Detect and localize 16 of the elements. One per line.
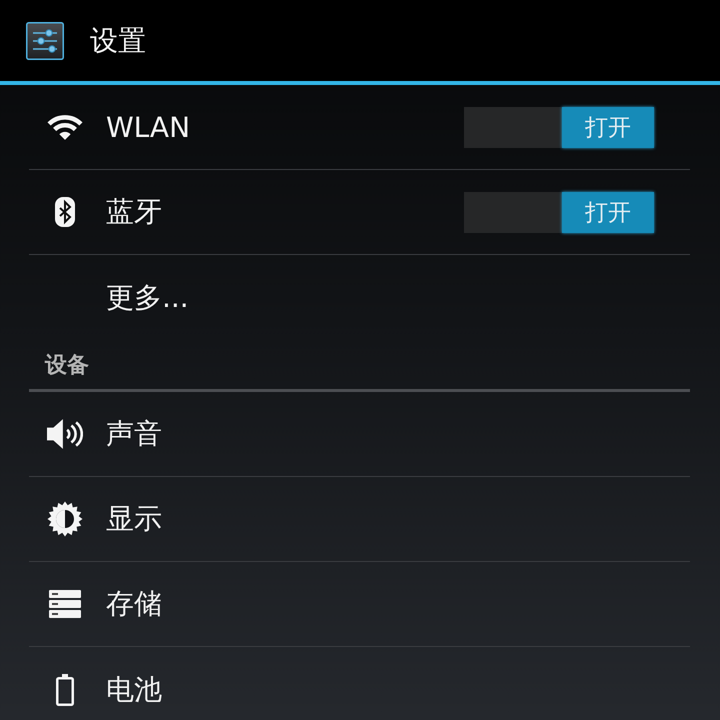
speaker-icon — [47, 419, 83, 449]
drive-stack-icon — [49, 590, 81, 618]
setting-label[interactable]: 显示 — [106, 500, 690, 538]
setting-label[interactable]: 蓝牙 — [106, 193, 464, 231]
setting-label[interactable]: 存储 — [106, 585, 690, 623]
section-header: 设备 — [45, 352, 89, 380]
battery-icon — [55, 674, 75, 706]
brightness-icon — [47, 501, 83, 537]
bluetooth-icon — [55, 197, 75, 227]
screen-title: 设置 — [90, 22, 146, 58]
sliders-icon — [26, 22, 64, 60]
wifi-icon — [47, 114, 83, 140]
setting-label[interactable]: 更多... — [106, 278, 690, 316]
setting-label[interactable]: WLAN — [106, 110, 464, 144]
setting-label[interactable]: 声音 — [106, 415, 690, 453]
setting-label[interactable]: 电池 — [106, 670, 690, 708]
